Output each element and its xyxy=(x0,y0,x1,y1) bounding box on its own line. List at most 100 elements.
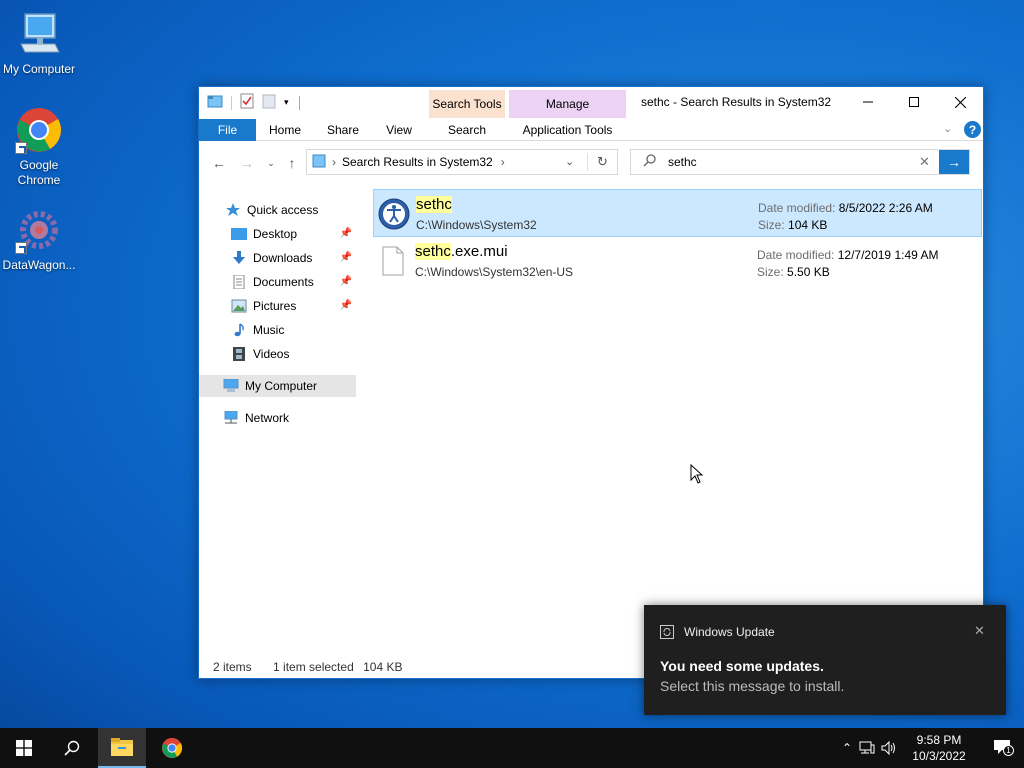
desktop-icon-google-chrome[interactable]: Google Chrome xyxy=(0,106,78,188)
search-tools-header: Search Tools xyxy=(429,90,505,118)
search-go-button[interactable]: → xyxy=(939,150,969,174)
selection-count: 1 item selected xyxy=(273,660,354,674)
minimize-button[interactable] xyxy=(845,87,891,117)
notification-count-badge: 1 xyxy=(1003,744,1014,756)
maximize-button[interactable] xyxy=(891,87,937,117)
search-icon xyxy=(643,154,656,170)
divider xyxy=(298,95,300,110)
help-icon[interactable]: ? xyxy=(964,121,981,138)
start-button[interactable] xyxy=(0,728,48,768)
window-title: sethc - Search Results in System32 xyxy=(641,95,832,109)
navigation-bar: ← → ⌄ ↑ › Search Results in System32 › ⌄… xyxy=(199,149,983,175)
close-button[interactable] xyxy=(937,87,983,117)
sidebar-item-downloads[interactable]: Downloads 📌 xyxy=(199,247,356,269)
forward-button[interactable]: → xyxy=(237,153,257,173)
clock-date: 10/3/2022 xyxy=(912,749,966,763)
shortcut-arrow-icon xyxy=(15,242,27,254)
tab-file[interactable]: File xyxy=(199,119,256,141)
tab-application-tools[interactable]: Application Tools xyxy=(509,119,626,141)
pin-icon: 📌 xyxy=(339,228,352,239)
list-item[interactable]: sethc C:\Windows\System32 Date modified:… xyxy=(373,189,982,237)
clock-time: 9:58 PM xyxy=(916,733,962,747)
divider xyxy=(587,153,588,171)
shortcut-arrow-icon xyxy=(15,142,27,154)
tab-search[interactable]: Search xyxy=(429,119,505,141)
update-notification[interactable]: Windows Update ✕ You need some updates. … xyxy=(644,605,1006,715)
taskbar: ⌃ 9:58 PM 10/3/2022 1 xyxy=(0,728,1024,768)
chrome-icon xyxy=(161,737,183,759)
breadcrumb-separator[interactable]: › xyxy=(332,155,336,169)
address-bar[interactable]: › Search Results in System32 › ⌄ ↻ xyxy=(306,149,618,175)
computer-icon xyxy=(223,378,239,393)
customize-quick-access-icon[interactable]: ▾ xyxy=(284,97,289,108)
star-icon xyxy=(225,203,241,217)
desktop-icon-my-computer[interactable]: My Computer xyxy=(0,10,78,77)
item-count: 2 items xyxy=(213,660,252,674)
datawagon-icon xyxy=(15,206,63,254)
music-note-icon xyxy=(231,323,247,337)
file-size: Size: 5.50 KB xyxy=(757,265,830,279)
file-path: C:\Windows\System32 xyxy=(416,218,537,232)
search-taskbar-button[interactable] xyxy=(48,728,96,768)
sidebar-item-music[interactable]: Music xyxy=(199,319,356,341)
action-center-icon: 1 xyxy=(993,739,1014,758)
mouse-cursor-icon xyxy=(690,463,704,487)
expand-ribbon-icon[interactable]: ⌄ xyxy=(943,122,952,135)
desktop-icon-label: Google Chrome xyxy=(17,158,61,187)
new-folder-icon[interactable] xyxy=(262,93,276,112)
download-arrow-icon xyxy=(231,251,247,265)
file-date: Date modified: 8/5/2022 2:26 AM xyxy=(758,201,933,215)
list-item[interactable]: sethc.exe.mui C:\Windows\System32\en-US … xyxy=(373,237,982,285)
breadcrumb-separator[interactable]: › xyxy=(501,155,505,169)
clear-search-icon[interactable]: ✕ xyxy=(919,154,930,170)
file-size: Size: 104 KB xyxy=(758,218,828,232)
pin-icon: 📌 xyxy=(339,276,352,287)
action-center-button[interactable]: 1 xyxy=(980,728,1024,768)
notification-close-icon[interactable]: ✕ xyxy=(974,623,985,639)
tab-home[interactable]: Home xyxy=(259,119,311,141)
properties-icon[interactable] xyxy=(240,93,254,112)
sidebar-item-documents[interactable]: Documents 📌 xyxy=(199,271,356,293)
file-explorer-taskbar-button[interactable] xyxy=(98,728,146,768)
selection-size: 104 KB xyxy=(363,660,403,674)
file-date: Date modified: 12/7/2019 1:49 AM xyxy=(757,248,939,262)
search-box[interactable]: sethc ✕ → xyxy=(630,149,970,175)
network-icon xyxy=(223,410,239,425)
pin-icon: 📌 xyxy=(339,252,352,263)
recent-locations-button[interactable]: ⌄ xyxy=(261,153,281,173)
back-button[interactable]: ← xyxy=(209,153,229,173)
pin-icon: 📌 xyxy=(339,300,352,311)
clock[interactable]: 9:58 PM 10/3/2022 xyxy=(900,732,978,764)
refresh-button[interactable]: ↻ xyxy=(597,154,608,170)
search-input[interactable]: sethc xyxy=(668,155,697,169)
file-icon xyxy=(377,245,409,277)
address-dropdown-button[interactable]: ⌄ xyxy=(565,155,574,168)
search-results-folder-icon xyxy=(312,154,326,171)
ribbon-tabs: File Home Share View Search Application … xyxy=(199,119,983,141)
network-tray-icon[interactable] xyxy=(856,741,878,755)
divider xyxy=(231,95,232,110)
tab-view[interactable]: View xyxy=(375,119,423,141)
file-name: sethc xyxy=(416,196,452,213)
tab-share[interactable]: Share xyxy=(317,119,369,141)
chrome-taskbar-button[interactable] xyxy=(148,728,196,768)
up-button[interactable]: ↑ xyxy=(282,153,302,173)
quick-access-toolbar: ▾ xyxy=(207,93,300,112)
file-path: C:\Windows\System32\en-US xyxy=(415,265,574,279)
windows-update-icon xyxy=(660,625,674,642)
file-explorer-window: ▾ Search Tools Manage sethc - Search Res… xyxy=(198,86,984,679)
volume-icon[interactable] xyxy=(878,741,900,755)
sidebar-item-quick-access[interactable]: Quick access xyxy=(199,199,356,221)
windows-logo-icon xyxy=(16,740,32,756)
folder-icon xyxy=(111,738,133,756)
desktop-icon-datawagon[interactable]: DataWagon... xyxy=(0,206,78,273)
sidebar-item-network[interactable]: Network xyxy=(199,407,356,429)
system-tray: ⌃ xyxy=(838,728,900,768)
sidebar-item-desktop[interactable]: Desktop 📌 xyxy=(199,223,356,245)
breadcrumb-search-results[interactable]: Search Results in System32 xyxy=(342,155,493,169)
sidebar-item-videos[interactable]: Videos xyxy=(199,343,356,365)
title-bar: ▾ Search Tools Manage sethc - Search Res… xyxy=(199,87,983,119)
sidebar-item-my-computer[interactable]: My Computer xyxy=(199,375,356,397)
sidebar-item-pictures[interactable]: Pictures 📌 xyxy=(199,295,356,317)
chevron-up-icon[interactable]: ⌃ xyxy=(838,741,856,755)
